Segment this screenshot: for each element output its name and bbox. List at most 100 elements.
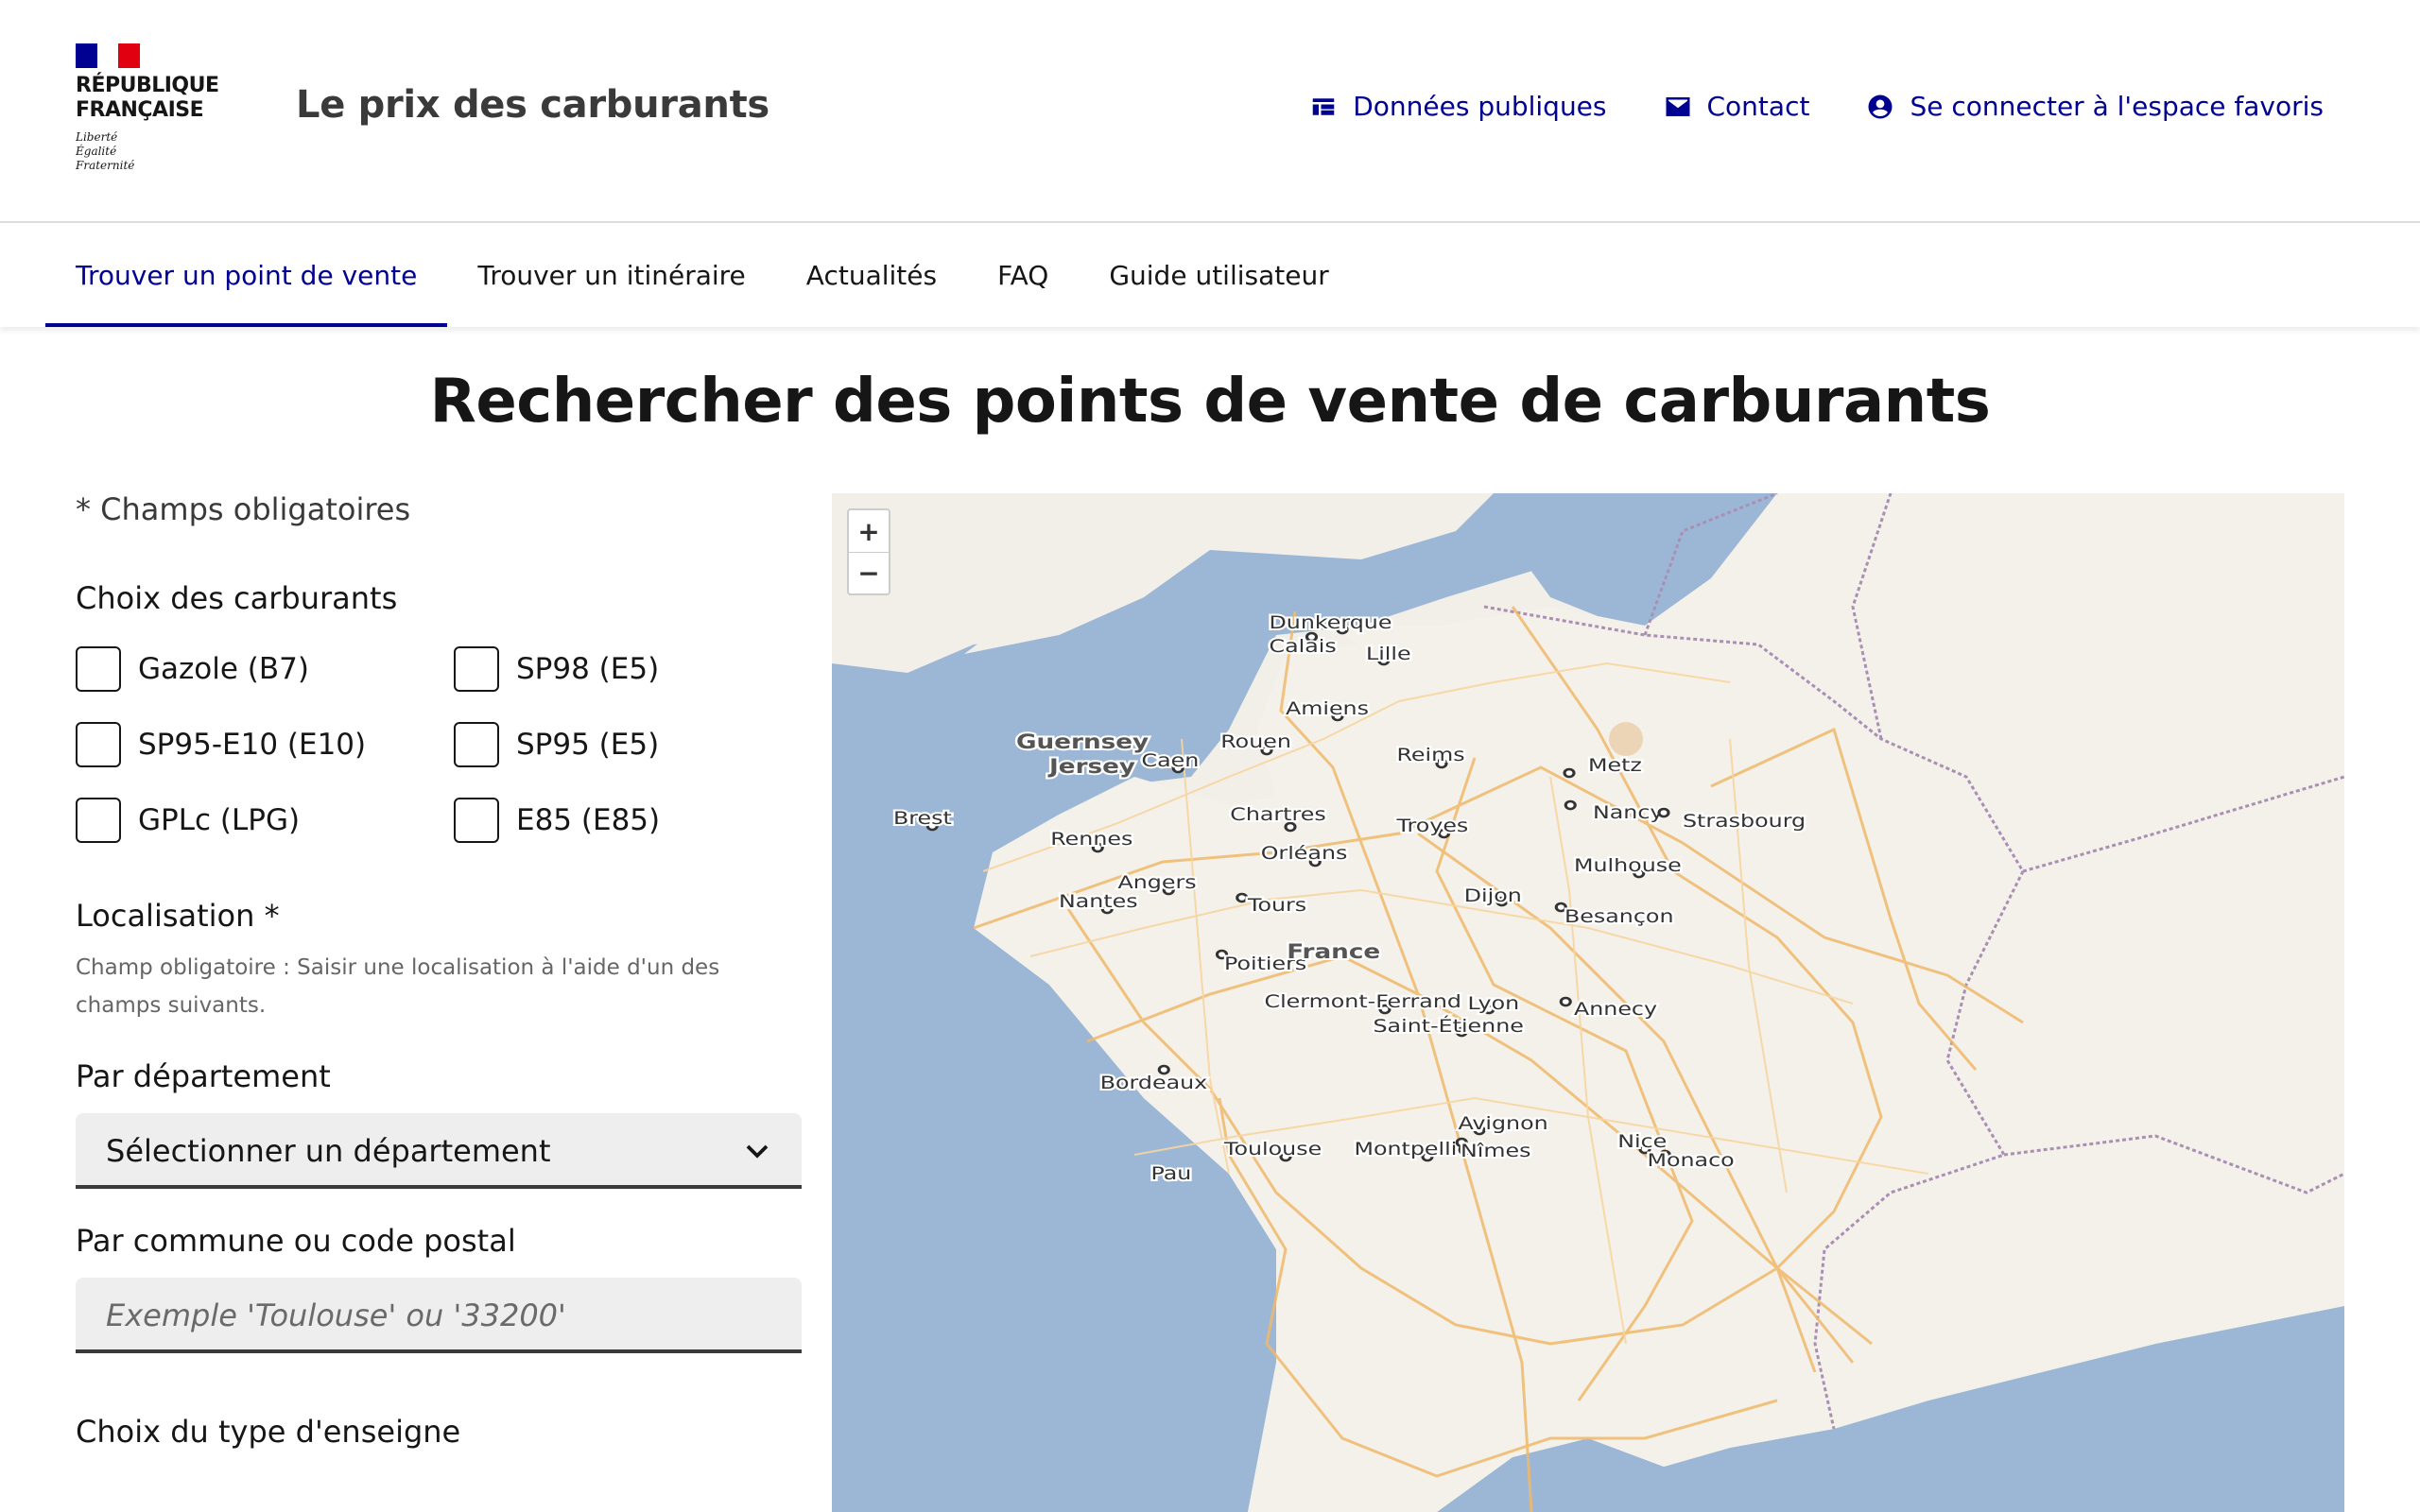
department-label: Par département [76, 1058, 331, 1094]
city-label: Pau [1151, 1163, 1192, 1184]
contact-link[interactable]: Contact [1664, 91, 1810, 122]
city-label: Angers [1118, 872, 1197, 893]
city-label: Orléans [1261, 843, 1348, 864]
nav-faq[interactable]: FAQ [967, 223, 1079, 327]
fuel-gazole[interactable]: Gazole (B7) [76, 646, 454, 692]
checkbox[interactable] [76, 722, 121, 767]
fuel-gplc[interactable]: GPLc (LPG) [76, 798, 454, 843]
page-title: Rechercher des points de vente de carbur… [429, 367, 1991, 437]
checkbox[interactable] [454, 722, 499, 767]
donnees-publiques-link[interactable]: Données publiques [1309, 91, 1607, 122]
nav-trouver-itineraire[interactable]: Trouver un itinéraire [447, 223, 775, 327]
department-select[interactable]: Sélectionner un département [76, 1113, 802, 1189]
paris-area [1609, 722, 1643, 756]
zoom-control: + − [847, 508, 890, 595]
city-dot [1559, 996, 1572, 1007]
country-label: France [1287, 940, 1380, 964]
city-label: Tours [1247, 895, 1306, 916]
nav-trouver-point-de-vente[interactable]: Trouver un point de vente [45, 223, 448, 327]
fuel-label: SP95-E10 (E10) [138, 728, 367, 762]
main-nav: Trouver un point de vente Trouver un iti… [0, 223, 2420, 327]
city-dot [1236, 892, 1249, 903]
city-label: Lyon [1468, 993, 1520, 1014]
checkbox[interactable] [76, 646, 121, 692]
fuel-label: Gazole (B7) [138, 652, 309, 686]
city-label: Avignon [1459, 1113, 1548, 1134]
city-dot [1564, 799, 1577, 811]
city-label: Calais [1270, 636, 1337, 657]
fuel-label: E85 (E85) [516, 803, 661, 837]
checkbox[interactable] [454, 646, 499, 692]
fuel-label: SP98 (E5) [516, 652, 660, 686]
commune-label: Par commune ou code postal [76, 1223, 516, 1259]
city-label: Monaco [1648, 1150, 1735, 1171]
zoom-in-button[interactable]: + [849, 510, 889, 552]
map-canvas: Dunkerque Calais Lille Amiens Rouen Caen… [832, 493, 2344, 1512]
contact-label: Contact [1706, 91, 1810, 122]
city-label: Nîmes [1461, 1141, 1530, 1161]
motto-liberte: Liberté [76, 130, 118, 144]
city-dot [1657, 807, 1670, 818]
city-dot [1563, 767, 1576, 779]
city-label: Clermont-Ferrand [1265, 991, 1461, 1012]
country-label: Jersey [1047, 755, 1136, 779]
login-favoris-link[interactable]: Se connecter à l'espace favoris [1866, 91, 2324, 122]
nav-actualites[interactable]: Actualités [776, 223, 967, 327]
zoom-out-button[interactable]: − [849, 552, 889, 593]
fuel-sp98[interactable]: SP98 (E5) [454, 646, 802, 692]
checkbox[interactable] [76, 798, 121, 843]
city-label: Rennes [1050, 829, 1132, 850]
location-label: Localisation * [76, 898, 280, 934]
nav-guide-utilisateur[interactable]: Guide utilisateur [1079, 223, 1358, 327]
fuel-sp95[interactable]: SP95 (E5) [454, 722, 802, 767]
location-help: Champ obligatoire : Saisir une localisat… [76, 955, 720, 1018]
search-form: * Champs obligatoires Choix des carburan… [76, 491, 802, 1450]
logo-motto: Liberté Égalité Fraternité [76, 130, 227, 173]
city-label: Strasbourg [1683, 811, 1806, 832]
city-label: Nice [1617, 1131, 1667, 1152]
header-links: Données publiques Contact Se connecter à… [1309, 91, 2324, 122]
data-icon [1312, 97, 1335, 115]
map-view[interactable]: + − Dunkerque Calais Lille Amiens Rouen … [832, 493, 2344, 1512]
site-title[interactable]: Le prix des carburants [296, 83, 769, 127]
republique-francaise-logo[interactable]: RÉPUBLIQUE FRANÇAISE Liberté Égalité Fra… [76, 43, 227, 181]
city-label: Saint-Étienne [1374, 1015, 1524, 1037]
city-label: Dunkerque [1270, 612, 1392, 633]
motto-fraternite: Fraternité [76, 159, 135, 172]
chevron-down-icon [746, 1144, 769, 1159]
brand-label: Choix du type d'enseigne [76, 1414, 461, 1450]
city-label: Metz [1588, 755, 1642, 776]
fuel-sp95-e10[interactable]: SP95-E10 (E10) [76, 722, 454, 767]
city-label: Reims [1397, 745, 1465, 765]
city-label: Nancy [1593, 802, 1664, 823]
fuel-label: SP95 (E5) [516, 728, 660, 762]
fuel-label: GPLc (LPG) [138, 803, 301, 837]
city-label: Troyes [1395, 816, 1468, 836]
city-label: Amiens [1286, 698, 1369, 719]
mail-icon [1666, 96, 1689, 116]
donnees-publiques-label: Données publiques [1353, 91, 1607, 122]
flag-icon [76, 43, 141, 68]
site-header: RÉPUBLIQUE FRANÇAISE Liberté Égalité Fra… [0, 0, 2420, 223]
city-label: Besançon [1564, 906, 1674, 927]
city-label: Mulhouse [1574, 855, 1682, 876]
city-label: Toulouse [1223, 1139, 1322, 1160]
fuels-label: Choix des carburants [76, 580, 398, 616]
city-label: Rouen [1220, 731, 1291, 752]
department-select-value: Sélectionner un département [106, 1133, 551, 1169]
logo-line-1: RÉPUBLIQUE [76, 74, 219, 97]
city-label: Dijon [1464, 885, 1522, 906]
checkbox[interactable] [454, 798, 499, 843]
fuel-checkbox-group: Gazole (B7) SP98 (E5) SP95-E10 (E10) SP9… [76, 646, 802, 843]
city-label: Brest [893, 808, 952, 829]
fuel-e85[interactable]: E85 (E85) [454, 798, 802, 843]
city-label: Lille [1366, 644, 1411, 664]
country-label: Guernsey [1016, 730, 1150, 754]
city-label: Chartres [1230, 804, 1325, 825]
city-label: Caen [1142, 750, 1200, 771]
required-note: * Champs obligatoires [76, 491, 411, 527]
city-label: Annecy [1574, 999, 1657, 1020]
commune-input[interactable]: Exemple 'Toulouse' ou '33200' [76, 1278, 802, 1353]
motto-egalite: Égalité [76, 145, 117, 158]
city-label: Nantes [1059, 891, 1138, 912]
